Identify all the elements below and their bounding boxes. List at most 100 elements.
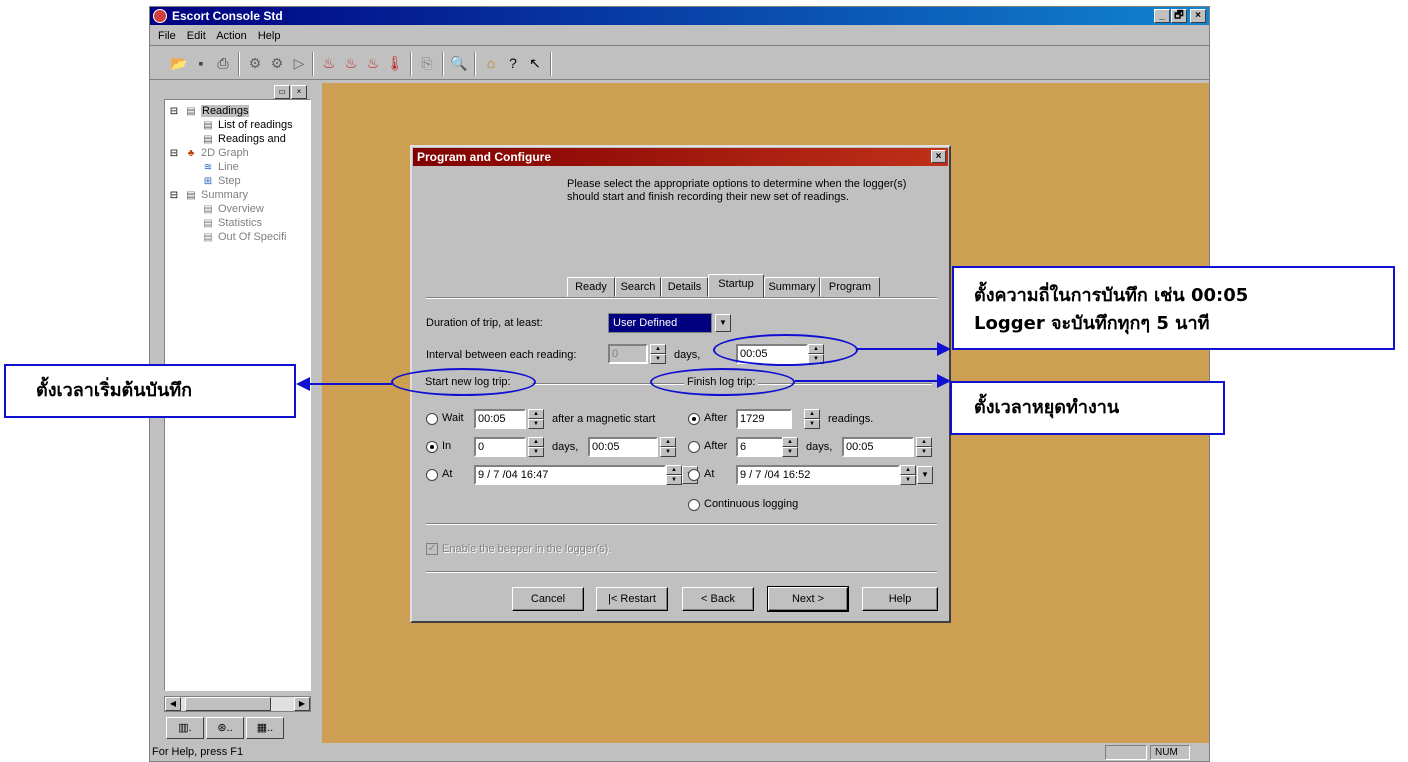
open-icon[interactable]: 📂 <box>170 54 188 72</box>
finish-readings-stepper[interactable]: ▲ ▼ <box>804 409 820 429</box>
finish-days-stepper[interactable]: ▲ ▼ <box>782 437 798 457</box>
start-wait-stepper[interactable]: ▲ ▼ <box>528 409 544 429</box>
start-in-days-field[interactable]: 0 <box>474 437 526 457</box>
finish-readings-field[interactable]: 1729 <box>736 409 792 429</box>
tree-item-overview[interactable]: ▤ Overview <box>201 202 264 216</box>
start-in-days-stepper[interactable]: ▲ ▼ <box>528 437 544 457</box>
back-button[interactable]: < Back <box>682 587 754 611</box>
minimize-button[interactable]: _ <box>1154 9 1170 23</box>
home-icon[interactable]: ⌂ <box>482 54 500 72</box>
tab-program[interactable]: Program <box>820 277 880 297</box>
divider <box>426 571 937 573</box>
start-highlight-ellipse <box>391 368 536 396</box>
window-title: Escort Console Std <box>172 9 283 23</box>
tree-item-out-of-spec[interactable]: ▤ Out Of Specifi <box>201 230 286 244</box>
finish-readings-radio[interactable] <box>688 413 700 425</box>
next-button[interactable]: Next > <box>767 586 849 612</box>
scroll-right-icon[interactable]: ▶ <box>294 697 310 711</box>
status-bar: For Help, press F1 NUM <box>150 743 1209 761</box>
finish-readings-suffix: readings. <box>828 413 874 425</box>
logger-program-icon[interactable]: ⚙ <box>268 54 286 72</box>
export-icon[interactable]: ▷ <box>290 54 308 72</box>
chevron-down-icon[interactable]: ▼ <box>715 314 731 332</box>
finish-time-stepper[interactable]: ▲ ▼ <box>916 437 932 457</box>
scroll-thumb[interactable] <box>185 697 271 711</box>
save-icon[interactable]: ▪ <box>192 54 210 72</box>
finish-at-stepper[interactable]: ▲ ▼ <box>900 465 916 485</box>
duration-select[interactable]: User Defined <box>608 313 712 333</box>
tree-horizontal-scrollbar[interactable]: ◀ ▶ <box>164 696 311 712</box>
tree-item-step[interactable]: ⊞ Step <box>201 174 241 188</box>
arrow-head-icon <box>937 374 951 388</box>
print-icon[interactable]: ⎙ <box>214 54 232 72</box>
maximize-button[interactable]: 🗗 <box>1171 9 1187 23</box>
tree-item-statistics[interactable]: ▤ Statistics <box>201 216 262 230</box>
start-wait-suffix: after a magnetic start <box>552 413 656 425</box>
interval-days-stepper[interactable]: ▲ ▼ <box>650 344 666 364</box>
collapse-icon[interactable]: ⊟ <box>167 189 181 203</box>
report-icon: ▤ <box>186 190 196 201</box>
report-icon: ▤ <box>203 232 213 243</box>
calendar-dropdown-icon[interactable]: ▼ <box>917 466 933 484</box>
toolbar: 📂 ▪ ⎙ ⚙ ⚙ ▷ ♨ ♨ ♨ 🌡 ⎘ 🔍 ⌂ ? ↖ <box>150 48 1209 80</box>
finish-days-radio[interactable] <box>688 441 700 453</box>
interval-days-field[interactable]: 0 <box>608 344 648 364</box>
tree-item-summary[interactable]: ⊟ ▤ Summary <box>167 188 248 202</box>
help-icon[interactable]: ? <box>504 54 522 72</box>
tree-item-2d-graph[interactable]: ⊟ ♣ 2D Graph <box>167 146 249 160</box>
tab-summary[interactable]: Summary <box>764 277 820 297</box>
logger-read-icon[interactable]: ⚙ <box>246 54 264 72</box>
close-button[interactable]: × <box>1190 9 1206 23</box>
continuous-logging-radio[interactable] <box>688 499 700 511</box>
scroll-left-icon[interactable]: ◀ <box>165 697 181 711</box>
start-at-stepper[interactable]: ▲ ▼ <box>666 465 682 485</box>
thermometer-icon[interactable]: 🌡 <box>386 54 404 72</box>
finish-time-field[interactable]: 00:05 <box>842 437 914 457</box>
interval-callout: ตั้งความถี่ในการบันทึก เช่น 00:05 Logger… <box>952 266 1395 350</box>
tab-data-icon[interactable]: ▦.. <box>246 717 284 739</box>
logger-config-icon[interactable]: ♨ <box>342 54 360 72</box>
pane-restore-button[interactable]: ▭ <box>274 85 290 99</box>
zoom-icon[interactable]: 🔍 <box>450 54 468 72</box>
start-at-datetime-field[interactable]: 9 / 7 /04 16:47 <box>474 465 666 485</box>
start-wait-radio[interactable] <box>426 413 438 425</box>
tab-startup[interactable]: Startup <box>708 274 764 297</box>
tab-details[interactable]: Details <box>661 277 708 297</box>
dialog-intro-text: Please select the appropriate options to… <box>567 178 907 203</box>
toolbar-separator <box>410 52 412 76</box>
interval-callout-line2: Logger จะบันทึกทุกๆ 5 นาที <box>974 313 1210 334</box>
tree-item-readings[interactable]: ⊟ ▤ Readings <box>167 104 250 119</box>
finish-readings-label: After <box>704 412 728 424</box>
tree-item-line[interactable]: ≋ Line <box>201 160 239 174</box>
start-in-time-field[interactable]: 00:05 <box>588 437 658 457</box>
interval-highlight-ellipse <box>713 334 858 366</box>
beeper-checkbox[interactable]: ✓ <box>426 543 438 555</box>
context-help-icon[interactable]: ↖ <box>526 54 544 72</box>
logger-stop-icon[interactable]: ♨ <box>364 54 382 72</box>
help-button[interactable]: Help <box>862 587 938 611</box>
menu-action[interactable]: Action <box>216 30 247 42</box>
tab-ready[interactable]: Ready <box>567 277 615 297</box>
tab-loggers-icon[interactable]: ⊛.. <box>206 717 244 739</box>
collapse-icon[interactable]: ⊟ <box>167 147 181 161</box>
start-in-radio[interactable] <box>426 441 438 453</box>
menu-file[interactable]: File <box>158 30 176 42</box>
logger-icon[interactable]: ♨ <box>320 54 338 72</box>
dialog-close-icon[interactable]: × <box>931 150 946 163</box>
tree-item-readings-and[interactable]: ▤ Readings and <box>201 132 286 146</box>
finish-at-datetime-field[interactable]: 9 / 7 /04 16:52 <box>736 465 900 485</box>
start-at-radio[interactable] <box>426 469 438 481</box>
start-in-time-stepper[interactable]: ▲ ▼ <box>660 437 676 457</box>
tab-search[interactable]: Search <box>615 277 661 297</box>
tab-reports-icon[interactable]: ▥. <box>166 717 204 739</box>
restart-button[interactable]: |< Restart <box>596 587 668 611</box>
menu-help[interactable]: Help <box>258 30 281 42</box>
menu-edit[interactable]: Edit <box>187 30 206 42</box>
copy-icon[interactable]: ⎘ <box>418 54 436 72</box>
pane-close-button[interactable]: × <box>291 85 307 99</box>
finish-at-radio[interactable] <box>688 469 700 481</box>
cancel-button[interactable]: Cancel <box>512 587 584 611</box>
collapse-icon[interactable]: ⊟ <box>167 105 181 119</box>
start-wait-field[interactable]: 00:05 <box>474 409 526 429</box>
tree-item-list-of-readings[interactable]: ▤ List of readings <box>201 118 292 132</box>
